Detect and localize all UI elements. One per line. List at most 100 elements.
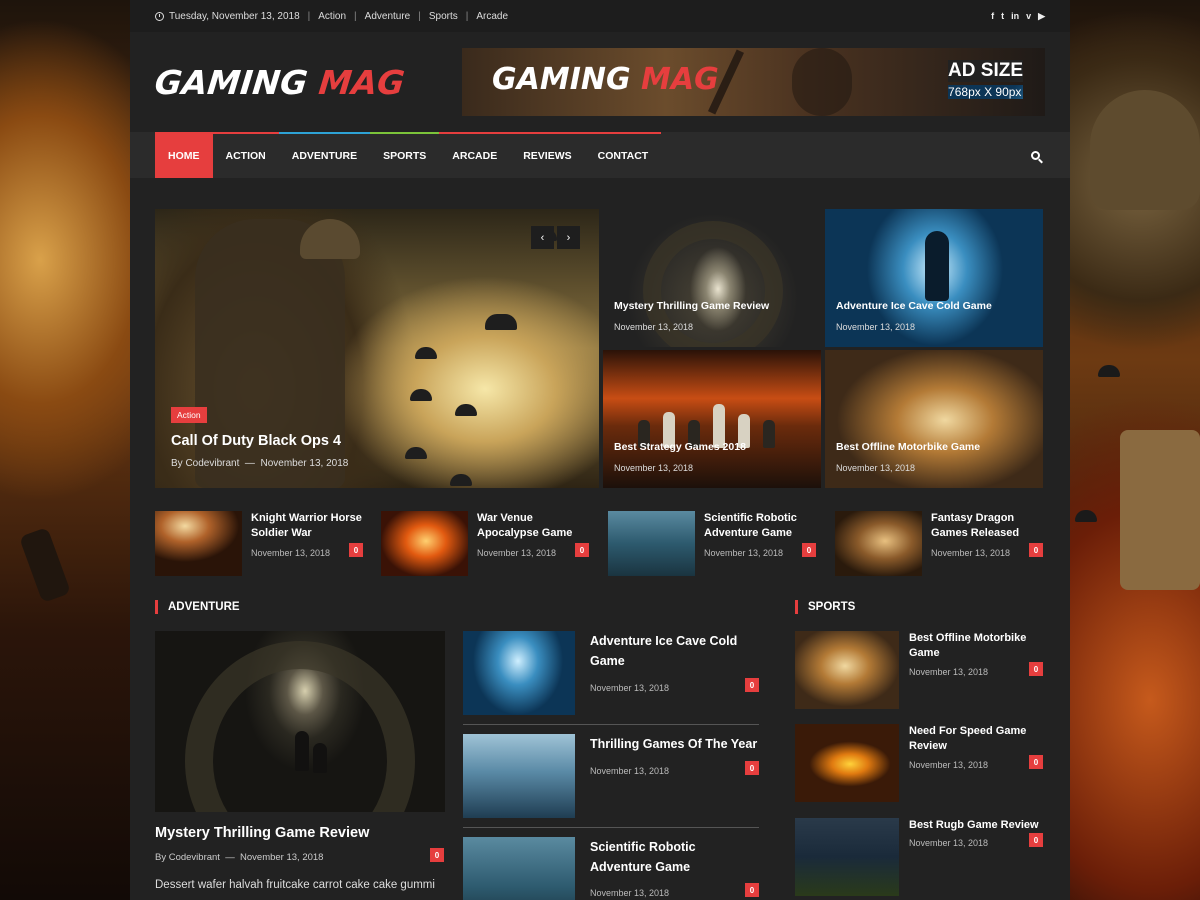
list-item[interactable]: Thrilling Games Of The Year November 13,… bbox=[463, 734, 759, 818]
top-link-action[interactable]: Action bbox=[318, 11, 346, 22]
current-date: Tuesday, November 13, 2018 bbox=[169, 10, 300, 22]
featured-tile[interactable]: Mystery Thrilling Game Review November 1… bbox=[603, 209, 821, 347]
featured-main-slide[interactable]: ‹ › Action Call Of Duty Black Ops 4 By C… bbox=[155, 209, 599, 488]
tile-date: November 13, 2018 bbox=[836, 322, 916, 332]
comment-count[interactable]: 0 bbox=[1029, 833, 1043, 847]
vimeo-icon[interactable]: v bbox=[1026, 11, 1031, 22]
section-heading-adventure[interactable]: ADVENTURE bbox=[155, 600, 240, 614]
list-item[interactable]: Best Rugb Game Review November 13, 2018 … bbox=[795, 818, 1043, 896]
tile-title[interactable]: Mystery Thrilling Game Review bbox=[614, 300, 769, 312]
nav-item-sports[interactable]: SPORTS bbox=[370, 132, 440, 178]
ad-size-dims: 768px X 90px bbox=[948, 85, 1023, 99]
page-container: Tuesday, November 13, 2018 | Action | Ad… bbox=[130, 0, 1070, 900]
post-title[interactable]: Scientific Robotic Adventure Game bbox=[704, 511, 816, 541]
tile-date: November 13, 2018 bbox=[614, 322, 694, 332]
nav-item-home[interactable]: HOME bbox=[155, 132, 213, 178]
post-thumbnail[interactable] bbox=[795, 631, 899, 709]
comment-count[interactable]: 0 bbox=[430, 848, 444, 862]
top-link-arcade[interactable]: Arcade bbox=[476, 11, 508, 22]
separator: | bbox=[307, 10, 311, 22]
separator: | bbox=[418, 10, 421, 22]
list-item[interactable]: Scientific Robotic Adventure Game Novemb… bbox=[463, 837, 759, 900]
post-title[interactable]: Fantasy Dragon Games Released bbox=[931, 511, 1043, 541]
nav-item-reviews[interactable]: REVIEWS bbox=[510, 132, 585, 178]
top-link-sports[interactable]: Sports bbox=[429, 11, 458, 22]
clock-icon bbox=[155, 11, 164, 21]
linkedin-icon[interactable]: in bbox=[1011, 11, 1019, 22]
featured-tile[interactable]: Best Strategy Games 2018 November 13, 20… bbox=[603, 350, 821, 488]
nav-item-adventure[interactable]: ADVENTURE bbox=[278, 132, 371, 178]
comment-count[interactable]: 0 bbox=[1029, 755, 1043, 769]
comment-count[interactable]: 0 bbox=[745, 761, 759, 775]
list-item[interactable]: Best Offline Motorbike Game November 13,… bbox=[795, 631, 1043, 709]
search-button[interactable] bbox=[1025, 132, 1045, 178]
adventure-main-image[interactable] bbox=[155, 631, 445, 812]
nav-item-arcade[interactable]: ARCADE bbox=[439, 132, 511, 178]
site-logo[interactable]: GAMING MAG bbox=[153, 63, 407, 102]
post-thumbnail[interactable] bbox=[795, 818, 899, 896]
post-thumbnail[interactable] bbox=[463, 734, 575, 818]
tile-title[interactable]: Best Offline Motorbike Game bbox=[836, 441, 980, 453]
nav-item-contact[interactable]: CONTACT bbox=[584, 132, 662, 178]
top-link-adventure[interactable]: Adventure bbox=[365, 11, 411, 22]
featured-tile[interactable]: Best Offline Motorbike Game November 13,… bbox=[825, 350, 1043, 488]
comment-count[interactable]: 0 bbox=[1029, 662, 1043, 676]
post-thumbnail[interactable] bbox=[608, 511, 695, 576]
parachute-image bbox=[415, 347, 437, 359]
list-item[interactable]: Fantasy Dragon Games Released November 1… bbox=[835, 511, 1043, 576]
featured-tile[interactable]: Adventure Ice Cave Cold Game November 13… bbox=[825, 209, 1043, 347]
comment-count[interactable]: 0 bbox=[575, 543, 589, 557]
list-item[interactable]: Scientific Robotic Adventure Game Novemb… bbox=[608, 511, 816, 576]
post-title[interactable]: Thrilling Games Of The Year bbox=[590, 734, 760, 754]
list-item[interactable]: Need For Speed Game Review November 13, … bbox=[795, 724, 1043, 802]
comment-count[interactable]: 0 bbox=[1029, 543, 1043, 557]
comment-count[interactable]: 0 bbox=[745, 883, 759, 897]
ad-size-text: AD SIZE 768px X 90px bbox=[948, 60, 1023, 99]
list-item[interactable]: War Venue Apocalypse Game November 13, 2… bbox=[381, 511, 589, 576]
post-date: November 13, 2018 bbox=[909, 760, 989, 770]
post-thumbnail[interactable] bbox=[795, 724, 899, 802]
author-link[interactable]: By Codevibrant bbox=[155, 852, 220, 863]
adventure-main-meta: By Codevibrant — November 13, 2018 bbox=[155, 852, 323, 863]
ad-banner[interactable]: GAMING MAG AD SIZE 768px X 90px bbox=[462, 48, 1045, 116]
comment-count[interactable]: 0 bbox=[349, 543, 363, 557]
parachute-image bbox=[485, 314, 517, 330]
post-title[interactable]: Best Offline Motorbike Game bbox=[909, 631, 1043, 661]
figure-image bbox=[295, 731, 309, 771]
facebook-icon[interactable]: f bbox=[991, 11, 994, 22]
slider-prev-button[interactable]: ‹ bbox=[531, 226, 554, 249]
post-date: November 13, 2018 bbox=[931, 548, 1011, 558]
list-item[interactable]: Adventure Ice Cave Cold Game November 13… bbox=[463, 631, 759, 715]
ice-cave-figure bbox=[925, 231, 949, 301]
adventure-main-title[interactable]: Mystery Thrilling Game Review bbox=[155, 825, 369, 841]
background-soldier-right bbox=[1090, 90, 1200, 210]
featured-title[interactable]: Call Of Duty Black Ops 4 bbox=[171, 433, 341, 449]
post-title[interactable]: Best Rugb Game Review bbox=[909, 818, 1043, 833]
category-badge[interactable]: Action bbox=[171, 407, 207, 423]
post-title[interactable]: Need For Speed Game Review bbox=[909, 724, 1043, 754]
post-thumbnail[interactable] bbox=[381, 511, 468, 576]
small-posts-row: Knight Warrior Horse Soldier War Novembe… bbox=[155, 511, 1043, 576]
divider bbox=[463, 827, 759, 828]
author-link[interactable]: By Codevibrant bbox=[171, 458, 239, 469]
post-title[interactable]: War Venue Apocalypse Game bbox=[477, 511, 589, 541]
main-nav: HOME ACTION ADVENTURE SPORTS ARCADE REVI… bbox=[130, 132, 1070, 178]
post-thumbnail[interactable] bbox=[835, 511, 922, 576]
tile-title[interactable]: Best Strategy Games 2018 bbox=[614, 441, 746, 453]
tile-title[interactable]: Adventure Ice Cave Cold Game bbox=[836, 300, 992, 312]
slider-next-button[interactable]: › bbox=[557, 226, 580, 249]
section-heading-sports[interactable]: SPORTS bbox=[795, 600, 855, 614]
comment-count[interactable]: 0 bbox=[745, 678, 759, 692]
post-title[interactable]: Adventure Ice Cave Cold Game bbox=[590, 631, 760, 671]
tile-date: November 13, 2018 bbox=[836, 463, 916, 473]
comment-count[interactable]: 0 bbox=[802, 543, 816, 557]
youtube-icon[interactable]: ▶ bbox=[1038, 11, 1045, 22]
post-thumbnail[interactable] bbox=[155, 511, 242, 576]
post-thumbnail[interactable] bbox=[463, 837, 575, 900]
post-title[interactable]: Knight Warrior Horse Soldier War bbox=[251, 511, 363, 541]
post-thumbnail[interactable] bbox=[463, 631, 575, 715]
list-item[interactable]: Knight Warrior Horse Soldier War Novembe… bbox=[155, 511, 363, 576]
post-title[interactable]: Scientific Robotic Adventure Game bbox=[590, 837, 760, 877]
twitter-icon[interactable]: t bbox=[1001, 11, 1004, 22]
nav-item-action[interactable]: ACTION bbox=[212, 132, 279, 178]
